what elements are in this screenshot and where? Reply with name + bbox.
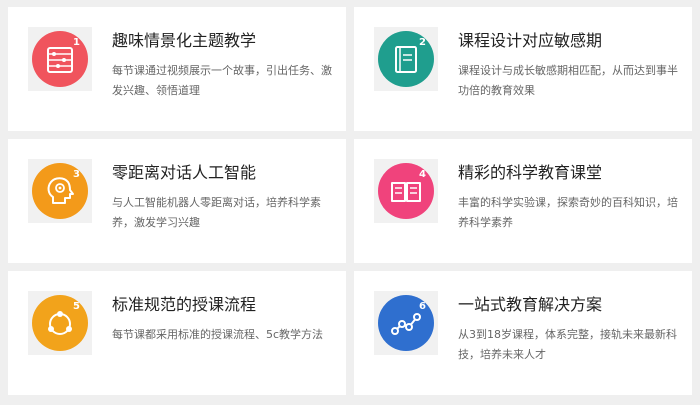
feature-number: 6 — [419, 301, 426, 312]
feature-circle: 1 — [32, 31, 88, 87]
feature-card-1: 1 趣味情景化主题教学 每节课通过视频展示一个故事，引出任务、激发兴趣、领悟道理 — [8, 7, 346, 131]
feature-circle: 6 — [378, 295, 434, 351]
feature-card-5: 5 标准规范的授课流程 每节课都采用标准的授课流程、5c教学方法 — [8, 271, 346, 395]
feature-title: 课程设计对应敏感期 — [458, 31, 603, 50]
feature-icon-box: 2 — [374, 27, 438, 91]
feature-description: 丰富的科学实验课，探索奇妙的百科知识，培养科学素养 — [458, 196, 678, 229]
feature-description: 课程设计与成长敏感期相匹配，从而达到事半功倍的教育效果 — [458, 64, 678, 97]
feature-number: 4 — [419, 169, 426, 180]
feature-circle: 5 — [32, 295, 88, 351]
feature-card-4: 4 精彩的科学教育课堂 丰富的科学实验课，探索奇妙的百科知识，培养科学素养 — [354, 139, 692, 263]
feature-title: 趣味情景化主题教学 — [112, 31, 257, 50]
feature-description: 每节课都采用标准的授课流程、5c教学方法 — [112, 328, 324, 341]
feature-circle: 4 — [378, 163, 434, 219]
feature-icon-box: 1 — [28, 27, 92, 91]
feature-number: 5 — [73, 301, 80, 312]
feature-description: 每节课通过视频展示一个故事，引出任务、激发兴趣、领悟道理 — [112, 64, 332, 97]
feature-card-2: 2 课程设计对应敏感期 课程设计与成长敏感期相匹配，从而达到事半功倍的教育效果 — [354, 7, 692, 131]
feature-number: 3 — [73, 169, 80, 180]
feature-title: 零距离对话人工智能 — [112, 163, 257, 182]
feature-icon-box: 4 — [374, 159, 438, 223]
feature-circle: 2 — [378, 31, 434, 87]
feature-icon-box: 5 — [28, 291, 92, 355]
feature-title: 精彩的科学教育课堂 — [458, 163, 603, 182]
feature-icon-box: 3 — [28, 159, 92, 223]
feature-title: 标准规范的授课流程 — [112, 295, 257, 314]
feature-description: 与人工智能机器人零距离对话，培养科学素养，激发学习兴趣 — [112, 196, 321, 229]
feature-title: 一站式教育解决方案 — [458, 295, 603, 314]
feature-number: 1 — [73, 37, 80, 48]
feature-number: 2 — [419, 37, 426, 48]
feature-circle: 3 — [32, 163, 88, 219]
feature-icon-box: 6 — [374, 291, 438, 355]
feature-card-3: 3 零距离对话人工智能 与人工智能机器人零距离对话，培养科学素养，激发学习兴趣 — [8, 139, 346, 263]
feature-description: 从3到18岁课程，体系完整，接轨未来最新科技，培养未来人才 — [458, 328, 677, 361]
feature-card-6: 6 一站式教育解决方案 从3到18岁课程，体系完整，接轨未来最新科技，培养未来人… — [354, 271, 692, 395]
